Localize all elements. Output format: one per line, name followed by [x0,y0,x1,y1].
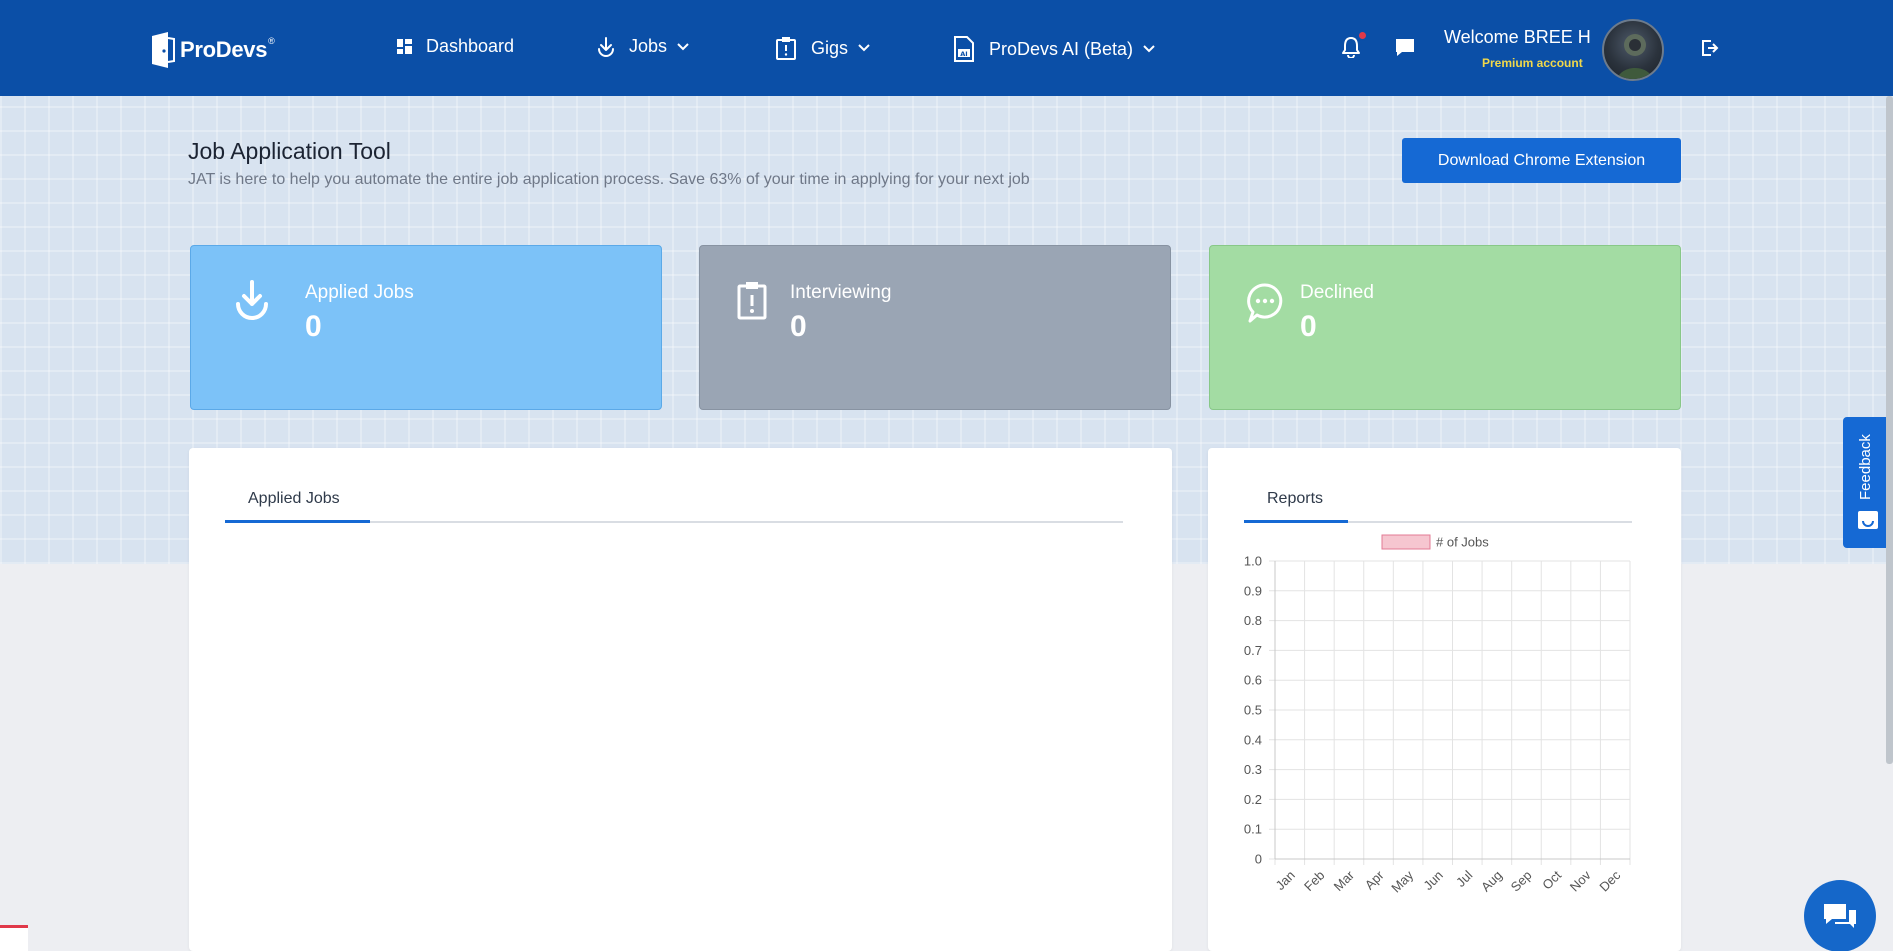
dashboard-icon [397,39,412,54]
y-tick-label: 0.9 [1244,583,1262,598]
legend-swatch [1381,534,1431,550]
nav-jobs-label: Jobs [629,36,668,56]
svg-text:AI: AI [960,50,967,58]
x-tick-label: Jun [1420,868,1445,893]
nav-gigs[interactable]: Gigs [775,36,870,60]
stat-card-applied-jobs[interactable]: Applied Jobs 0 [190,245,662,410]
chevron-down-icon [858,44,870,52]
logo-registered: ® [268,36,275,46]
stat-value: 0 [790,310,807,343]
notification-badge [1357,30,1368,41]
top-navbar: ProDevs ® Dashboard Jobs Gigs AI ProDevs… [0,0,1893,96]
stat-value: 0 [1300,310,1317,343]
chevron-down-icon [1143,45,1155,53]
x-tick-label: Mar [1331,867,1358,894]
feedback-face-icon [1858,511,1878,529]
avatar[interactable] [1602,19,1664,81]
chat-bubbles-icon [1824,904,1856,928]
x-tick-label: Feb [1301,868,1327,894]
x-tick-label: Oct [1539,867,1564,892]
speech-bubble-icon [1247,283,1283,323]
applied-jobs-card: Applied Jobs [189,448,1172,951]
logout-icon[interactable] [1701,39,1719,57]
x-tick-label: Nov [1567,867,1594,894]
stat-card-interviewing[interactable]: Interviewing 0 [699,245,1171,410]
x-tick-label: Apr [1362,867,1387,892]
page-subtitle: JAT is here to help you automate the ent… [188,171,1030,188]
x-tick-label: Jul [1453,867,1475,889]
page-title: Job Application Tool [188,138,391,164]
nav-prodevs-ai-label: ProDevs AI (Beta) [989,38,1134,59]
tab-applied-jobs[interactable]: Applied Jobs [248,490,340,508]
nav-prodevs-ai[interactable]: AI ProDevs AI (Beta) [953,36,1155,62]
nav-dashboard[interactable]: Dashboard [397,36,514,57]
nav-jobs[interactable]: Jobs [597,36,689,57]
y-tick-label: 1.0 [1244,554,1262,569]
clipboard-icon [776,37,796,60]
nav-gigs-label: Gigs [811,37,849,58]
x-tick-label: May [1388,867,1416,895]
x-tick-label: Jan [1272,868,1297,893]
stat-label: Interviewing [790,282,892,303]
x-tick-label: Sep [1508,868,1535,895]
chat-icon[interactable] [1394,37,1416,58]
y-tick-label: 0.3 [1244,762,1262,777]
y-tick-label: 0.6 [1244,673,1262,688]
nav-dashboard-label: Dashboard [426,36,515,56]
y-tick-label: 0 [1255,852,1262,867]
ai-document-icon: AI [954,36,974,62]
x-tick-label: Aug [1478,868,1505,895]
feedback-label: Feedback [1857,434,1874,500]
page-scrollbar[interactable] [1886,96,1893,764]
y-tick-label: 0.4 [1244,732,1262,747]
download-icon [236,280,268,320]
stat-value: 0 [305,310,322,343]
avatar-image [1617,34,1653,79]
live-chat-button[interactable] [1804,880,1876,951]
account-type-badge: Premium account [1482,56,1583,70]
clipboard-alert-icon [737,282,767,320]
stat-card-declined[interactable]: Declined 0 [1209,245,1681,410]
y-tick-label: 0.7 [1244,643,1262,658]
x-tick-label: Dec [1596,867,1623,894]
stat-label: Declined [1300,282,1374,303]
corner-widget[interactable] [0,925,28,951]
stat-label: Applied Jobs [305,282,414,303]
chevron-down-icon [677,42,689,50]
active-tab-indicator [1244,520,1348,523]
jobs-chart: # of Jobs 0 0.1 0.2 0.3 0.4 0.5 0.6 0.7 0.8 0.9 1.0… [1244,534,1631,895]
legend-label: # of Jobs [1436,535,1489,550]
logo-text: ProDevs [180,37,268,62]
welcome-text: Welcome BREE H [1444,27,1591,47]
y-tick-label: 0.1 [1244,822,1262,837]
download-chrome-extension-button[interactable]: Download Chrome Extension [1402,138,1681,183]
logo-door-icon [152,32,175,68]
download-icon [598,36,614,57]
active-tab-indicator [225,520,370,523]
y-tick-label: 0.8 [1244,613,1262,628]
y-tick-label: 0.2 [1244,792,1262,807]
y-tick-label: 0.5 [1244,703,1262,718]
tab-reports[interactable]: Reports [1267,490,1323,508]
prodevs-logo[interactable]: ProDevs ® [150,30,275,70]
